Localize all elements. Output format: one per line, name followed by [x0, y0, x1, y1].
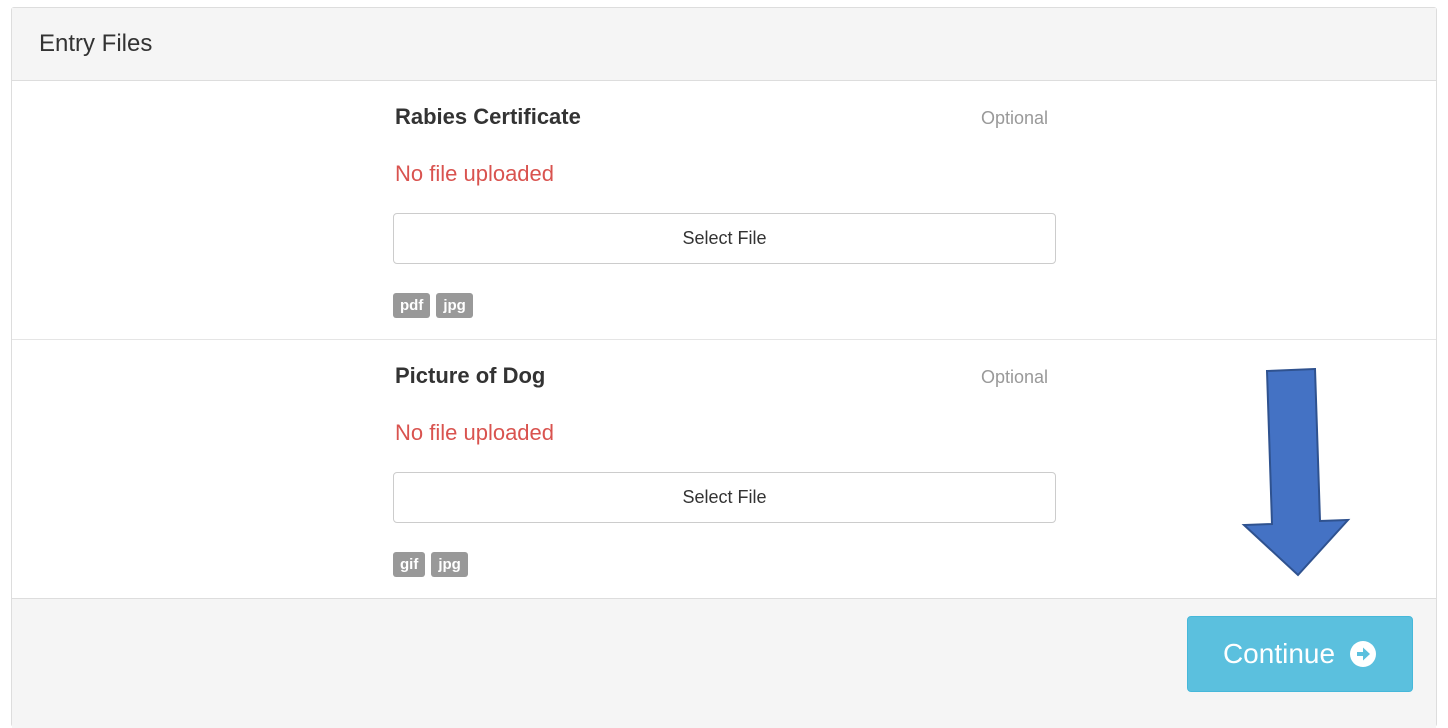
continue-label: Continue: [1222, 638, 1336, 669]
extension-badge: pdf: [393, 293, 431, 318]
file-row-rabies-certificate: Rabies Certificate Optional No file uplo…: [12, 81, 1436, 340]
select-file-button[interactable]: Select File: [393, 472, 1056, 523]
file-row-picture-of-dog: Picture of Dog Optional No file uploaded…: [12, 340, 1436, 599]
upload-status: No file uploaded: [395, 420, 555, 445]
continue-button[interactable]: Continue: [1187, 616, 1413, 692]
panel-title: Entry Files: [39, 30, 153, 57]
select-file-button[interactable]: Select File: [393, 213, 1056, 264]
file-name: Rabies Certificate: [395, 104, 581, 129]
extension-badge: gif: [393, 552, 426, 577]
down-arrow-icon: [1241, 368, 1351, 577]
extension-badge: jpg: [431, 552, 468, 577]
extension-badge: jpg: [436, 293, 473, 318]
extension-badges: gif jpg: [393, 552, 468, 577]
upload-status: No file uploaded: [395, 161, 555, 186]
entry-files-panel: Entry Files Rabies Certificate Optional …: [11, 7, 1437, 728]
arrow-circle-right-icon: [1350, 641, 1377, 667]
panel-heading: Entry Files: [12, 8, 1436, 81]
optional-label: Optional: [981, 367, 1049, 387]
optional-label: Optional: [981, 108, 1049, 128]
file-name: Picture of Dog: [395, 363, 546, 388]
extension-badges: pdf jpg: [393, 293, 473, 318]
